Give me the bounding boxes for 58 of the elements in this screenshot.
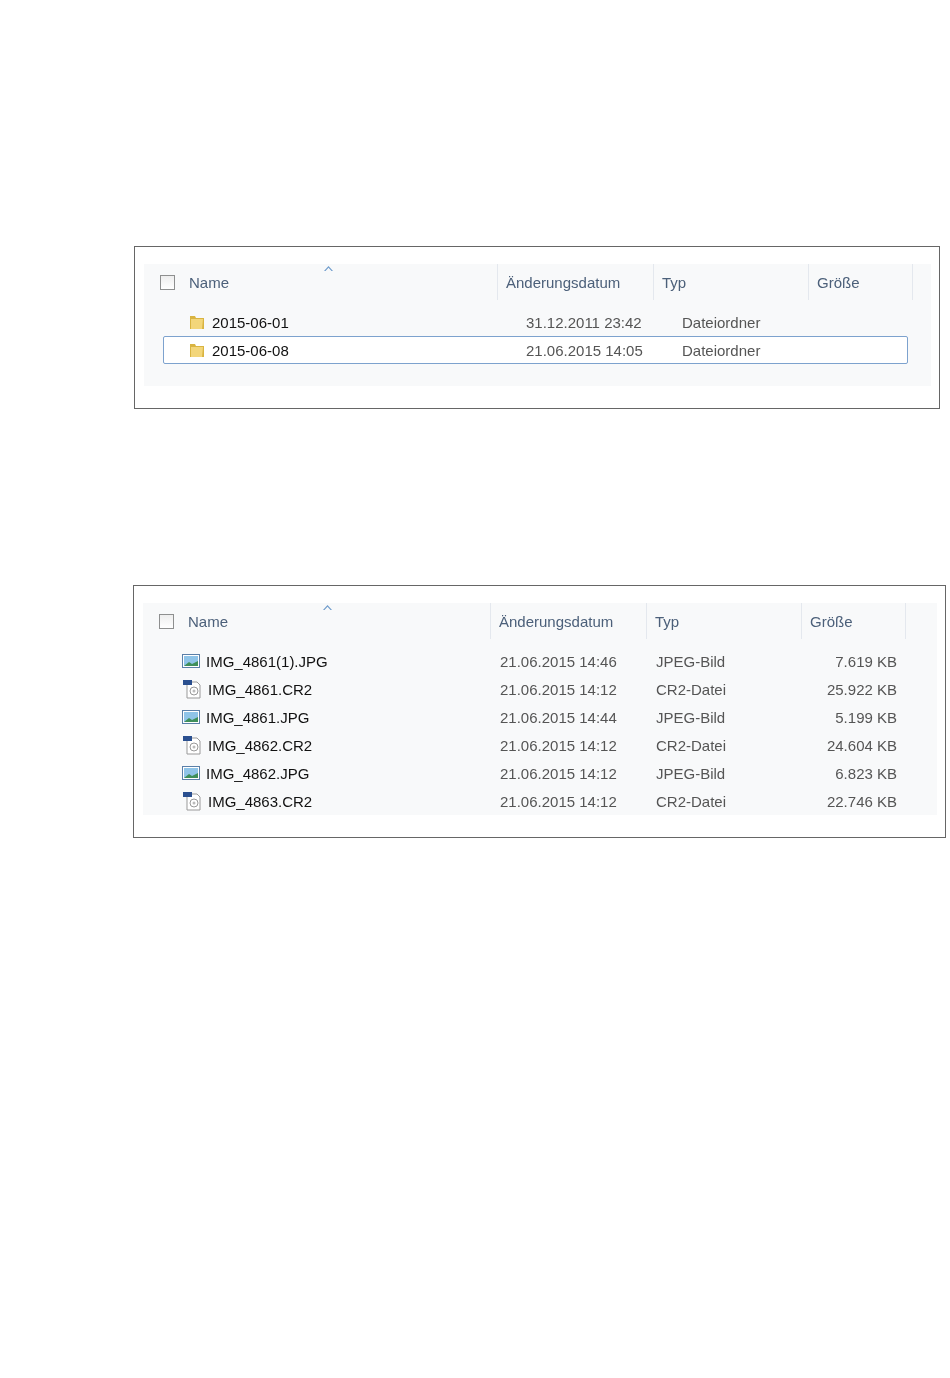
size-cell-text: 22.746 KB — [825, 792, 898, 810]
date-cell-text: 21.06.2015 14:05 — [525, 341, 644, 359]
file-row[interactable]: 2015-06-08 21.06.2015 14:05 Dateiordner — [163, 336, 908, 364]
date-cell-text: 21.06.2015 14:12 — [499, 792, 618, 810]
file-row[interactable]: IMG_4863.CR2 21.06.2015 14:12 CR2-Datei 22.746 KB — [143, 787, 906, 815]
select-all-checkbox[interactable] — [159, 613, 174, 629]
image-icon — [182, 652, 200, 670]
type-cell-text: JPEG-Bild — [655, 652, 727, 670]
sort-arrow-icon[interactable] — [323, 605, 332, 610]
size-cell-text: 25.922 KB — [825, 680, 898, 698]
type-cell-text: JPEG-Bild — [655, 708, 727, 726]
size-cell-text: 24.604 KB — [825, 736, 898, 754]
raw-file-icon — [182, 679, 202, 699]
type-cell-text: Dateiordner — [681, 341, 762, 359]
raw-file-icon — [182, 735, 202, 755]
type-cell-text: JPEG-Bild — [655, 764, 727, 782]
column-header[interactable]: Name — [189, 273, 229, 291]
size-cell-text: 7.619 KB — [834, 652, 898, 670]
file-row[interactable]: IMG_4862.JPG 21.06.2015 14:12 JPEG-Bild 6.823 KB — [143, 759, 906, 787]
type-cell-text: CR2-Datei — [655, 792, 728, 810]
select-all-checkbox[interactable] — [160, 274, 175, 290]
column-header[interactable]: Änderungsdatum — [498, 264, 654, 300]
column-header[interactable]: Größe — [809, 264, 913, 300]
file-name: 2015-06-08 — [212, 341, 289, 359]
file-row[interactable]: IMG_4861.JPG 21.06.2015 14:44 JPEG-Bild 5.199 KB — [143, 703, 906, 731]
file-name: IMG_4862.CR2 — [208, 736, 313, 754]
date-cell-text: 21.06.2015 14:12 — [499, 680, 618, 698]
date-cell-text: 31.12.2011 23:42 — [525, 313, 643, 331]
size-cell-text: 6.823 KB — [834, 764, 898, 782]
date-cell-text: 21.06.2015 14:46 — [499, 652, 618, 670]
type-cell-text: CR2-Datei — [655, 680, 728, 698]
date-cell-text: 21.06.2015 14:44 — [499, 708, 618, 726]
folder-icon — [188, 313, 206, 331]
image-icon — [182, 764, 200, 782]
date-cell-text: 21.06.2015 14:12 — [499, 736, 618, 754]
column-header[interactable]: Änderungsdatum — [491, 603, 647, 639]
date-cell-text: 21.06.2015 14:12 — [499, 764, 618, 782]
file-name: IMG_4861.CR2 — [208, 680, 313, 698]
file-name: IMG_4861.JPG — [206, 708, 310, 726]
file-name: IMG_4861(1).JPG — [206, 652, 328, 670]
folder-icon — [188, 341, 206, 359]
column-header[interactable]: Typ — [654, 264, 809, 300]
size-cell-text: 5.199 KB — [834, 708, 898, 726]
image-icon — [182, 708, 200, 726]
file-row[interactable]: IMG_4862.CR2 21.06.2015 14:12 CR2-Datei 24.604 KB — [143, 731, 906, 759]
file-row[interactable]: IMG_4861.CR2 21.06.2015 14:12 CR2-Datei 25.922 KB — [143, 675, 906, 703]
sort-arrow-icon[interactable] — [324, 266, 333, 271]
raw-file-icon — [182, 791, 202, 811]
column-header[interactable]: Name — [188, 612, 228, 630]
file-row[interactable]: 2015-06-01 31.12.2011 23:42 Dateiordner — [163, 308, 908, 336]
column-header[interactable]: Größe — [802, 603, 906, 639]
file-name: IMG_4862.JPG — [206, 764, 310, 782]
type-cell-text: CR2-Datei — [655, 736, 728, 754]
column-header[interactable]: Typ — [647, 603, 802, 639]
file-row[interactable]: IMG_4861(1).JPG 21.06.2015 14:46 JPEG-Bild 7.619 KB — [143, 647, 906, 675]
file-name: IMG_4863.CR2 — [208, 792, 313, 810]
type-cell-text: Dateiordner — [681, 313, 762, 331]
file-name: 2015-06-01 — [212, 313, 289, 331]
